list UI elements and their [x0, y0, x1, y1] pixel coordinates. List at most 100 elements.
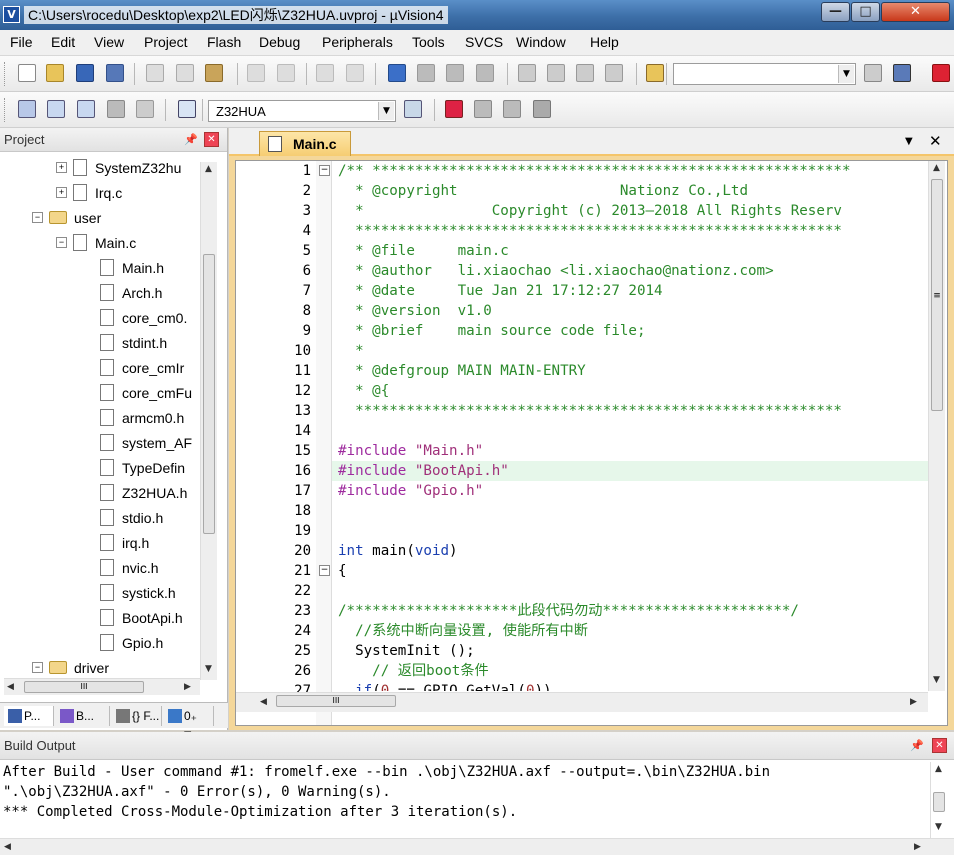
- code-line[interactable]: * @copyright Nationz Co.,Ltd: [332, 181, 928, 201]
- menu-debug[interactable]: Debug: [259, 34, 300, 50]
- tree-file[interactable]: TypeDefin: [80, 456, 199, 481]
- code-line[interactable]: /********************此段代码勿动*************…: [332, 601, 928, 621]
- clear-bookmarks-icon[interactable]: [476, 64, 494, 82]
- tree-file[interactable]: + Irq.c: [56, 181, 199, 206]
- scroll-thumb[interactable]: ≡: [931, 179, 943, 411]
- code-line[interactable]: /** ************************************…: [332, 161, 928, 181]
- uncomment-icon[interactable]: [605, 64, 623, 82]
- pin-icon[interactable]: 📌: [184, 133, 198, 146]
- tree-file[interactable]: Z32HUA.h: [80, 481, 199, 506]
- copy-icon[interactable]: [176, 64, 194, 82]
- scroll-right-icon[interactable]: ▶: [914, 842, 921, 852]
- minimize-button[interactable]: —: [821, 2, 850, 22]
- fold-toggle-icon[interactable]: −: [319, 565, 330, 576]
- scroll-down-icon[interactable]: ▼: [205, 664, 212, 674]
- tree-file[interactable]: BootApi.h: [80, 606, 199, 631]
- build-output-hscrollbar[interactable]: ◀ ▶: [0, 838, 954, 855]
- menu-edit[interactable]: Edit: [51, 34, 75, 50]
- tree-file[interactable]: core_cmIr: [80, 356, 199, 381]
- find-in-files-combo[interactable]: ▼: [673, 63, 856, 85]
- menu-window[interactable]: Window: [516, 34, 566, 50]
- code-line[interactable]: {: [332, 561, 928, 581]
- new-file-icon[interactable]: [18, 64, 36, 82]
- code-line[interactable]: * @author li.xiaochao <li.xiaochao@natio…: [332, 261, 928, 281]
- build-output-text[interactable]: After Build - User command #1: fromelf.e…: [0, 762, 930, 838]
- menu-svcs[interactable]: SVCS: [465, 34, 503, 50]
- scroll-up-icon[interactable]: ▲: [935, 764, 942, 774]
- close-icon[interactable]: ✕: [932, 738, 947, 753]
- tab-templates[interactable]: 0₊ T...: [164, 706, 214, 743]
- code-line[interactable]: * @file main.c: [332, 241, 928, 261]
- tab-books[interactable]: B...: [56, 706, 110, 726]
- scroll-left-icon[interactable]: ◀: [7, 682, 14, 692]
- toolbar-grip[interactable]: [4, 62, 7, 86]
- debug-session-icon[interactable]: [893, 64, 911, 82]
- tree-file[interactable]: armcm0.h: [80, 406, 199, 431]
- menu-flash[interactable]: Flash: [207, 34, 241, 50]
- tree-file[interactable]: system_AF: [80, 431, 199, 456]
- scroll-up-icon[interactable]: ▲: [205, 164, 212, 174]
- redo-icon[interactable]: [277, 64, 295, 82]
- code-line[interactable]: * @defgroup MAIN MAIN-ENTRY: [332, 361, 928, 381]
- tree-file[interactable]: stdio.h: [80, 506, 199, 531]
- menu-tools[interactable]: Tools: [412, 34, 445, 50]
- tree-file[interactable]: − Main.c: [56, 231, 199, 256]
- scroll-left-icon[interactable]: ◀: [4, 842, 11, 852]
- fold-toggle-icon[interactable]: −: [319, 165, 330, 176]
- close-icon[interactable]: ✕: [929, 132, 942, 150]
- menu-project[interactable]: Project: [144, 34, 188, 50]
- editor-hscrollbar[interactable]: ◀ III ▶: [236, 692, 928, 712]
- code-line[interactable]: * @version v1.0: [332, 301, 928, 321]
- code-line[interactable]: * @date Tue Jan 21 17:12:27 2014: [332, 281, 928, 301]
- pin-icon[interactable]: 📌: [910, 739, 924, 752]
- translate-icon[interactable]: [18, 100, 36, 118]
- tree-file[interactable]: systick.h: [80, 581, 199, 606]
- code-line[interactable]: [332, 501, 928, 521]
- tab-functions[interactable]: {} F...: [112, 706, 162, 726]
- collapse-icon[interactable]: −: [56, 237, 67, 248]
- editor-vscrollbar[interactable]: ▲ ≡ ▼: [928, 161, 945, 691]
- toolbar-grip[interactable]: [4, 98, 7, 122]
- tree-file[interactable]: Main.h: [80, 256, 199, 281]
- download-load-icon[interactable]: [178, 100, 196, 118]
- find-in-files-icon[interactable]: [646, 64, 664, 82]
- comment-icon[interactable]: [576, 64, 594, 82]
- chevron-down-icon[interactable]: ▼: [378, 102, 394, 120]
- code-line[interactable]: [332, 581, 928, 601]
- code-line[interactable]: *: [332, 341, 928, 361]
- manage-components-icon[interactable]: [445, 100, 463, 118]
- project-tree-hscrollbar[interactable]: ◀ III ▶: [4, 678, 200, 695]
- open-folder-icon[interactable]: [46, 64, 64, 82]
- tab-project[interactable]: P...: [4, 706, 54, 726]
- stop-build-icon[interactable]: [136, 100, 154, 118]
- close-icon[interactable]: ✕: [204, 132, 219, 147]
- tree-file[interactable]: Gpio.h: [80, 631, 199, 656]
- tree-file[interactable]: + SystemZ32hu: [56, 156, 199, 181]
- next-bookmark-icon[interactable]: [446, 64, 464, 82]
- code-line[interactable]: * @brief main source code file;: [332, 321, 928, 341]
- find-icon[interactable]: [864, 64, 882, 82]
- save-all-icon[interactable]: [106, 64, 124, 82]
- code-line[interactable]: * Copyright (c) 2013—2018 All Rights Res…: [332, 201, 928, 221]
- target-options-icon[interactable]: [404, 100, 422, 118]
- debug-stop-icon[interactable]: [932, 64, 950, 82]
- code-line[interactable]: * @{: [332, 381, 928, 401]
- navigate-back-icon[interactable]: [316, 64, 334, 82]
- expand-icon[interactable]: +: [56, 162, 67, 173]
- scroll-left-icon[interactable]: ◀: [260, 697, 267, 707]
- tree-file[interactable]: irq.h: [80, 531, 199, 556]
- menu-help[interactable]: Help: [590, 34, 619, 50]
- close-window-button[interactable]: ✕: [881, 2, 950, 22]
- collapse-icon[interactable]: −: [32, 212, 43, 223]
- manage-books-icon[interactable]: [474, 100, 492, 118]
- navigate-forward-icon[interactable]: [346, 64, 364, 82]
- tree-file[interactable]: core_cm0.: [80, 306, 199, 331]
- code-line[interactable]: [332, 521, 928, 541]
- prev-bookmark-icon[interactable]: [417, 64, 435, 82]
- scroll-right-icon[interactable]: ▶: [184, 682, 191, 692]
- build-icon[interactable]: [47, 100, 65, 118]
- scroll-up-icon[interactable]: ▲: [933, 163, 940, 173]
- cut-icon[interactable]: [146, 64, 164, 82]
- bookmark-icon[interactable]: [388, 64, 406, 82]
- chevron-down-icon[interactable]: ▼: [838, 65, 854, 83]
